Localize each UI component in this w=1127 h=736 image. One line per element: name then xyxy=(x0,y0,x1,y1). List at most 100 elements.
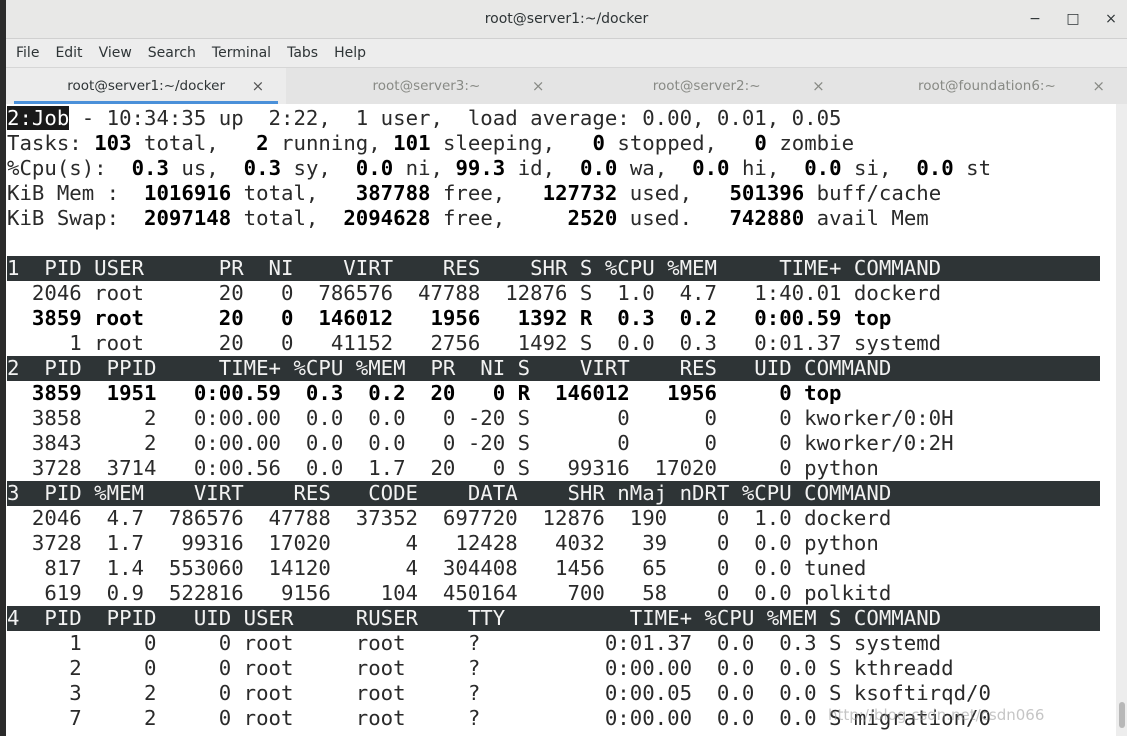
tab-close-icon[interactable]: × xyxy=(532,68,545,104)
stat-value: 2094628 xyxy=(343,206,431,230)
tab-label: root@server2:~ xyxy=(652,78,761,94)
stat-value: 387788 xyxy=(355,181,431,205)
stat-label: free, xyxy=(430,206,568,230)
stat-label: KiB Mem : xyxy=(7,181,145,205)
process-row: 1 0 0 root root ? 0:01.37 0.0 0.3 S syst… xyxy=(7,631,942,655)
stat-value: 99.3 xyxy=(455,156,506,180)
swap-line: KiB Swap: 2097148 total, 2094628 free, 2… xyxy=(7,206,1116,231)
window-controls: − □ × xyxy=(1027,0,1119,38)
stat-value: 0.0 xyxy=(355,156,394,180)
stat-label: free, xyxy=(430,181,543,205)
scrollbar[interactable] xyxy=(1116,104,1127,736)
process-row: 3859 root 20 0 146012 1956 1392 R 0.3 0.… xyxy=(7,306,892,330)
stat-label: total, xyxy=(231,181,356,205)
process-row: 2 0 0 root root ? 0:00.00 0.0 0.0 S kthr… xyxy=(7,656,954,680)
stat-label: total, xyxy=(231,206,344,230)
stat-label: total, xyxy=(131,131,257,155)
uptime-line: 2:Job - 10:34:35 up 2:22, 1 user, load a… xyxy=(7,106,1116,131)
stat-label: stopped, xyxy=(604,131,755,155)
process-row: 2046 4.7 786576 47788 37352 697720 12876… xyxy=(7,506,892,530)
stat-label: running, xyxy=(268,131,394,155)
tab-close-icon[interactable]: × xyxy=(252,68,265,104)
stat-value: 0 xyxy=(754,131,767,155)
stat-value: 0 xyxy=(592,131,605,155)
stat-label: si, xyxy=(841,156,917,180)
tab-server1[interactable]: root@server1:~/docker × xyxy=(6,68,287,104)
stat-label: %Cpu(s): xyxy=(7,156,132,180)
stat-value: 127732 xyxy=(542,181,618,205)
stat-label: used. xyxy=(617,206,730,230)
tab-close-icon[interactable]: × xyxy=(1092,68,1105,104)
field-header-window-3: 3 PID %MEM VIRT RES CODE DATA SHR nMaj n… xyxy=(7,481,1100,506)
process-row: 3728 1.7 99316 17020 4 12428 4032 39 0 0… xyxy=(7,531,879,555)
scrollbar-thumb[interactable] xyxy=(1119,702,1125,728)
field-header-window-2: 2 PID PPID TIME+ %CPU %MEM PR NI S VIRT … xyxy=(7,356,1100,381)
window-title: root@server1:~/docker xyxy=(484,11,649,27)
field-header-window-1: 1 PID USER PR NI VIRT RES SHR S %CPU %ME… xyxy=(7,256,1100,281)
stat-label: Tasks: xyxy=(7,131,95,155)
menu-search[interactable]: Search xyxy=(140,39,204,67)
stat-label: hi, xyxy=(729,156,805,180)
tasks-line: Tasks: 103 total, 2 running, 101 sleepin… xyxy=(7,131,1116,156)
process-row: 817 1.4 553060 14120 4 304408 1456 65 0 … xyxy=(7,556,867,580)
stat-label: avail Mem xyxy=(804,206,929,230)
process-row: 1 root 20 0 41152 2756 1492 S 0.0 0.3 0:… xyxy=(7,331,942,355)
maximize-button[interactable]: □ xyxy=(1065,11,1081,27)
process-windows: 1 PID USER PR NI VIRT RES SHR S %CPU %ME… xyxy=(7,256,1116,731)
process-row: 2046 root 20 0 786576 47788 12876 S 1.0 … xyxy=(7,281,942,305)
stat-label: buff/cache xyxy=(804,181,942,205)
menu-edit[interactable]: Edit xyxy=(47,39,90,67)
stat-label: ni, xyxy=(393,156,456,180)
minimize-button[interactable]: − xyxy=(1027,11,1043,27)
stat-value: 2 xyxy=(256,131,269,155)
stat-value: 2097148 xyxy=(144,206,232,230)
stat-label: sleeping, xyxy=(430,131,593,155)
stat-value: 103 xyxy=(94,131,132,155)
tab-label: root@server1:~/docker xyxy=(67,78,225,94)
stat-label: sy, xyxy=(281,156,356,180)
stat-value: 0.3 xyxy=(243,156,282,180)
menu-help[interactable]: Help xyxy=(326,39,374,67)
tab-foundation6[interactable]: root@foundation6:~ × xyxy=(847,68,1127,104)
terminal-window: root@server1:~/docker − □ × File Edit Vi… xyxy=(6,0,1127,736)
stat-label: wa, xyxy=(617,156,693,180)
tab-server2[interactable]: root@server2:~ × xyxy=(567,68,847,104)
watermark: http://blog.csdn.net/csdn066 xyxy=(828,706,1045,724)
menu-tabs[interactable]: Tabs xyxy=(279,39,326,67)
close-button[interactable]: × xyxy=(1103,11,1119,27)
menu-file[interactable]: File xyxy=(8,39,47,67)
menu-view[interactable]: View xyxy=(91,39,140,67)
menu-terminal[interactable]: Terminal xyxy=(204,39,279,67)
uptime-text: - 10:34:35 up 2:22, 1 user, load average… xyxy=(69,106,842,130)
cpu-line: %Cpu(s): 0.3 us, 0.3 sy, 0.0 ni, 99.3 id… xyxy=(7,156,1116,181)
stat-value: 0.0 xyxy=(916,156,954,180)
stat-label: us, xyxy=(168,156,244,180)
current-window-label: 2:Job xyxy=(7,106,70,130)
stat-label: st xyxy=(953,156,992,180)
process-row: 3728 3714 0:00.56 0.0 1.7 20 0 S 99316 1… xyxy=(7,456,879,480)
title-bar[interactable]: root@server1:~/docker − □ × xyxy=(6,0,1127,39)
stat-label: zombie xyxy=(766,131,855,155)
tab-bar: root@server1:~/docker × root@server3:~ ×… xyxy=(6,67,1127,105)
menu-bar: File Edit View Search Terminal Tabs Help xyxy=(6,39,1127,67)
tab-label: root@server3:~ xyxy=(372,78,481,94)
terminal-output[interactable]: 2:Job - 10:34:35 up 2:22, 1 user, load a… xyxy=(6,104,1116,736)
stat-label: id, xyxy=(505,156,580,180)
process-row: 3 2 0 root root ? 0:00.05 0.0 0.0 S ksof… xyxy=(7,681,991,705)
tab-close-icon[interactable]: × xyxy=(812,68,825,104)
stat-value: 101 xyxy=(393,131,431,155)
process-row: 3859 1951 0:00.59 0.3 0.2 20 0 R 146012 … xyxy=(7,381,842,405)
tab-server3[interactable]: root@server3:~ × xyxy=(286,68,566,104)
stat-value: 0.0 xyxy=(804,156,842,180)
process-row: 619 0.9 522816 9156 104 450164 700 58 0 … xyxy=(7,581,892,605)
mem-line: KiB Mem : 1016916 total, 387788 free, 12… xyxy=(7,181,1116,206)
tab-label: root@foundation6:~ xyxy=(917,78,1056,94)
stat-value: 0.0 xyxy=(692,156,730,180)
stat-value: 742880 xyxy=(729,206,805,230)
stat-label: KiB Swap: xyxy=(7,206,145,230)
stat-value: 0.0 xyxy=(580,156,618,180)
stat-value: 501396 xyxy=(729,181,805,205)
stat-label: used, xyxy=(617,181,730,205)
stat-value: 2520 xyxy=(567,206,618,230)
